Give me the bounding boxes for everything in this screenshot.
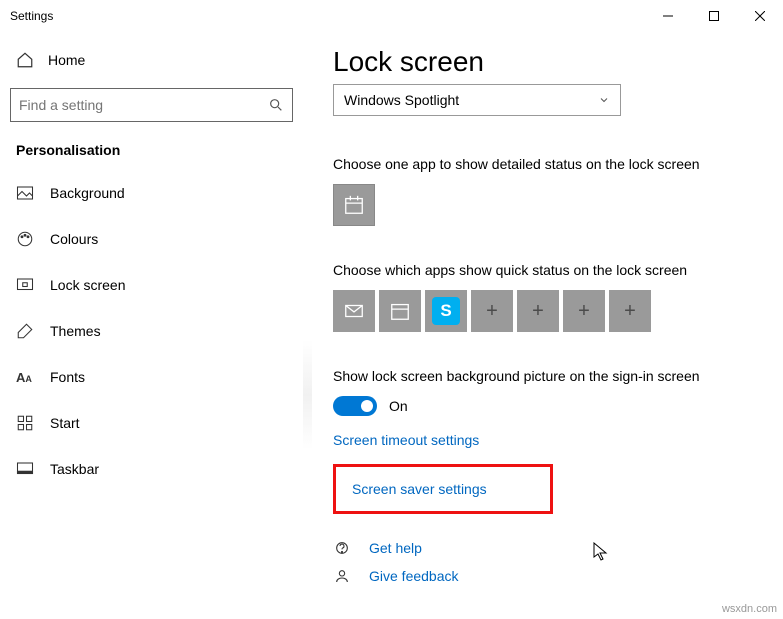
page-title: Lock screen [333, 46, 753, 78]
calendar-icon [343, 194, 365, 216]
quick-status-apps: S + + + + [333, 290, 753, 332]
home-icon [16, 51, 34, 69]
screen-timeout-link[interactable]: Screen timeout settings [333, 432, 753, 448]
window-title: Settings [10, 9, 53, 23]
quick-app-add-2[interactable]: + [517, 290, 559, 332]
close-button[interactable] [737, 0, 783, 32]
screen-saver-link[interactable]: Screen saver settings [333, 464, 553, 514]
quick-status-label: Choose which apps show quick status on t… [333, 262, 753, 278]
help-icon [333, 540, 351, 556]
plus-icon: + [532, 300, 544, 323]
nav-label: Colours [50, 231, 98, 247]
plus-icon: + [578, 300, 590, 323]
quick-app-skype[interactable]: S [425, 290, 467, 332]
home-label: Home [48, 52, 85, 68]
picture-icon [16, 184, 34, 202]
signin-bg-label: Show lock screen background picture on t… [333, 368, 753, 384]
signin-bg-toggle-row: On [333, 396, 753, 416]
quick-app-add-1[interactable]: + [471, 290, 513, 332]
taskbar-icon [16, 460, 34, 478]
sidebar-item-background[interactable]: Background [10, 170, 293, 216]
palette-icon [16, 230, 34, 248]
maximize-button[interactable] [691, 0, 737, 32]
calendar-icon [389, 300, 411, 322]
nav-label: Fonts [50, 369, 85, 385]
section-heading: Personalisation [10, 132, 293, 170]
window-controls [645, 0, 783, 32]
sidebar-item-colours[interactable]: Colours [10, 216, 293, 262]
main-panel: Lock screen Windows Spotlight Choose one… [303, 32, 783, 619]
get-help-label: Get help [369, 540, 422, 556]
nav-label: Background [50, 185, 125, 201]
sidebar-item-lockscreen[interactable]: Lock screen [10, 262, 293, 308]
feedback-icon [333, 568, 351, 584]
give-feedback-link[interactable]: Give feedback [333, 568, 753, 584]
detailed-app-calendar[interactable] [333, 184, 375, 226]
nav-label: Taskbar [50, 461, 99, 477]
font-icon: AA [16, 370, 34, 385]
start-icon [16, 414, 34, 432]
chevron-down-icon [598, 94, 610, 106]
give-feedback-label: Give feedback [369, 568, 459, 584]
quick-app-add-4[interactable]: + [609, 290, 651, 332]
quick-app-calendar[interactable] [379, 290, 421, 332]
skype-icon: S [432, 297, 460, 325]
search-field[interactable] [19, 97, 268, 113]
get-help-link[interactable]: Get help [333, 540, 753, 556]
plus-icon: + [486, 300, 498, 323]
watermark: wsxdn.com [722, 603, 777, 615]
dropdown-value: Windows Spotlight [344, 92, 459, 108]
nav-label: Start [50, 415, 80, 431]
sidebar-item-start[interactable]: Start [10, 400, 293, 446]
sidebar: Home Personalisation Background Colours … [0, 32, 303, 619]
quick-app-add-3[interactable]: + [563, 290, 605, 332]
titlebar: Settings [0, 0, 783, 32]
search-icon [268, 97, 284, 113]
mail-icon [343, 300, 365, 322]
plus-icon: + [624, 300, 636, 323]
lockscreen-icon [16, 276, 34, 294]
minimize-button[interactable] [645, 0, 691, 32]
toggle-state-label: On [389, 398, 408, 414]
nav-label: Lock screen [50, 277, 125, 293]
nav-label: Themes [50, 323, 101, 339]
sidebar-item-fonts[interactable]: AA Fonts [10, 354, 293, 400]
search-input[interactable] [10, 88, 293, 122]
background-dropdown[interactable]: Windows Spotlight [333, 84, 621, 116]
detailed-status-apps [333, 184, 753, 226]
sidebar-item-home[interactable]: Home [10, 38, 293, 82]
detailed-status-label: Choose one app to show detailed status o… [333, 156, 753, 172]
brush-icon [16, 322, 34, 340]
sidebar-item-themes[interactable]: Themes [10, 308, 293, 354]
sidebar-item-taskbar[interactable]: Taskbar [10, 446, 293, 492]
signin-bg-toggle[interactable] [333, 396, 377, 416]
quick-app-mail[interactable] [333, 290, 375, 332]
